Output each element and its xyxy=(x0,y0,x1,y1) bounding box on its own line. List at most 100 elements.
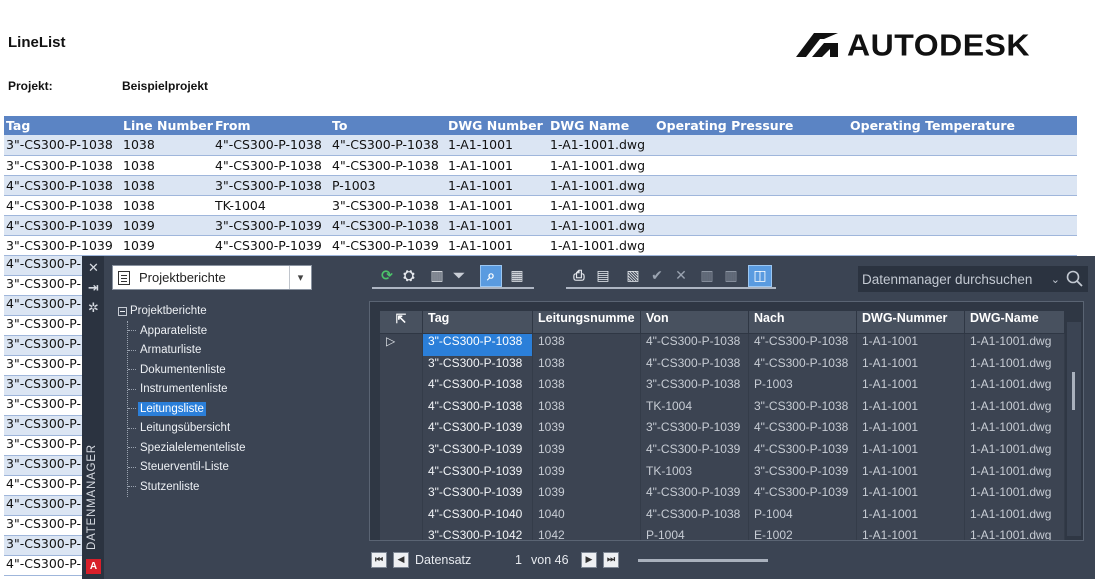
row-header[interactable] xyxy=(380,398,423,421)
row-header[interactable] xyxy=(380,420,423,442)
grid-cell[interactable]: 1-A1-1001.dwg xyxy=(965,485,1065,507)
grid-cell[interactable]: 4"-CS300-P-1039 xyxy=(641,485,749,507)
grid-cell[interactable]: TK-1004 xyxy=(641,398,749,421)
grid-cell[interactable]: 4"-CS300-P-1038 xyxy=(749,355,857,378)
grid-cell[interactable]: 1038 xyxy=(533,334,641,356)
table-row[interactable]: 3"-CS300-P-1039 1039 4"-CS300-P-1039 4"-… xyxy=(380,485,1065,507)
grid-col-header[interactable]: Leitungsnumme xyxy=(533,311,641,333)
accept-icon[interactable]: ✔ xyxy=(648,267,666,285)
grid-cell[interactable]: 1040 xyxy=(533,506,641,529)
grid-cell[interactable]: 3"-CS300-P-1039 xyxy=(749,463,857,486)
close-icon[interactable]: ✕ xyxy=(87,262,100,275)
grid-cell[interactable]: 1-A1-1001.dwg xyxy=(965,334,1065,356)
filter-icon[interactable]: ⏷ xyxy=(450,267,468,285)
table-row[interactable]: 4"-CS300-P-1039 1039 3"-CS300-P-1039 4"-… xyxy=(380,420,1065,442)
grid-cell[interactable]: 1039 xyxy=(533,420,641,442)
grid-cell[interactable]: 1042 xyxy=(533,528,641,540)
grid-cell[interactable]: P-1003 xyxy=(749,377,857,399)
auto-hide-icon[interactable]: ⇥ xyxy=(87,282,100,295)
grid-cell[interactable]: 1-A1-1001 xyxy=(857,420,965,442)
vertical-scrollbar[interactable] xyxy=(1067,322,1081,536)
row-header[interactable] xyxy=(380,528,423,540)
print-icon[interactable]: ⎙ xyxy=(570,267,588,285)
grid-cell[interactable]: 4"-CS300-P-1038 xyxy=(423,398,533,421)
zoom-to-icon[interactable]: ⛭ xyxy=(400,267,418,285)
grid-cell[interactable]: 3"-CS300-P-1042 xyxy=(423,528,533,540)
grid-cell[interactable]: 4"-CS300-P-1039 xyxy=(749,441,857,464)
grid-cell[interactable]: 1-A1-1001 xyxy=(857,506,965,529)
grid-cell[interactable]: 4"-CS300-P-1040 xyxy=(423,506,533,529)
grid-cell[interactable]: 3"-CS300-P-1039 xyxy=(641,420,749,442)
table-row[interactable]: 4"-CS300-P-1039 1039 TK-1003 3"-CS300-P-… xyxy=(380,463,1065,486)
search-icon[interactable] xyxy=(1066,270,1084,288)
grid-cell[interactable]: 1-A1-1001 xyxy=(857,398,965,421)
grid-cell[interactable]: 3"-CS300-P-1038 xyxy=(641,377,749,399)
grid-cell[interactable]: 1038 xyxy=(533,377,641,399)
grid-cell[interactable]: 4"-CS300-P-1038 xyxy=(423,377,533,399)
chevron-down-icon[interactable]: ⌄ xyxy=(1051,273,1060,286)
export-icon[interactable]: ▤ xyxy=(594,267,612,285)
grid-cell[interactable]: 1-A1-1001 xyxy=(857,377,965,399)
table-row[interactable]: 4"-CS300-P-1038 1038 TK-1004 3"-CS300-P-… xyxy=(380,398,1065,421)
grid-cell[interactable]: 4"-CS300-P-1038 xyxy=(749,334,857,356)
grid-cell[interactable]: 4"-CS300-P-1039 xyxy=(423,463,533,486)
grid-cell[interactable]: 1039 xyxy=(533,485,641,507)
grid-cell[interactable]: 4"-CS300-P-1038 xyxy=(749,420,857,442)
grid-cell[interactable]: 3"-CS300-P-1039 xyxy=(423,485,533,507)
grid-cell[interactable]: 1-A1-1001 xyxy=(857,355,965,378)
grid-cell[interactable]: 1038 xyxy=(533,398,641,421)
grid-cell[interactable]: 1-A1-1001.dwg xyxy=(965,398,1065,421)
grid-cell[interactable]: 1039 xyxy=(533,463,641,486)
chevron-down-icon[interactable]: ▾ xyxy=(289,266,311,289)
grid-cell[interactable]: 3"-CS300-P-1038 xyxy=(423,334,533,356)
tree-item-steuerventil-liste[interactable]: Steuerventil-Liste xyxy=(128,458,247,478)
grid-cell[interactable]: 3"-CS300-P-1038 xyxy=(749,398,857,421)
tree-item-spezialelementeliste[interactable]: Spezialelementeliste xyxy=(128,438,247,458)
previous-record-button[interactable]: ◀ xyxy=(393,552,409,568)
grid-cell[interactable]: 1-A1-1001 xyxy=(857,485,965,507)
grid-cell[interactable]: 4"-CS300-P-1039 xyxy=(423,420,533,442)
row-header[interactable] xyxy=(380,506,423,529)
scrollbar-thumb[interactable] xyxy=(1072,372,1075,410)
tree-item-leitungsliste[interactable]: Leitungsliste xyxy=(128,399,247,419)
grid-col-header[interactable]: DWG-Nummer xyxy=(857,311,965,333)
grid-cell[interactable]: P-1004 xyxy=(641,528,749,540)
grid-cell[interactable]: 1039 xyxy=(533,441,641,464)
grid-cell[interactable]: 4"-CS300-P-1038 xyxy=(641,334,749,356)
tree-item-leitungsuebersicht[interactable]: Leitungsübersicht xyxy=(128,419,247,439)
reject-all-icon[interactable]: ▥ xyxy=(722,267,740,285)
highlight-changes-icon[interactable]: ◫ xyxy=(748,265,772,287)
grid-cell[interactable]: 3"-CS300-P-1039 xyxy=(423,441,533,464)
row-header[interactable] xyxy=(380,441,423,464)
search-grid-icon[interactable]: ⌕ xyxy=(480,265,502,287)
tree-item-dokumentenliste[interactable]: Dokumentenliste xyxy=(128,360,247,380)
grid-cell[interactable]: 1-A1-1001.dwg xyxy=(965,506,1065,529)
refresh-icon[interactable]: ⟳ xyxy=(378,267,396,285)
grid-cell[interactable]: 1-A1-1001 xyxy=(857,528,965,540)
grid-cell[interactable]: 1-A1-1001.dwg xyxy=(965,377,1065,399)
grid-cell[interactable]: 1-A1-1001 xyxy=(857,463,965,486)
row-header[interactable] xyxy=(380,377,423,399)
properties-gear-icon[interactable]: ✲ xyxy=(87,302,100,315)
row-header[interactable] xyxy=(380,485,423,507)
current-row-icon[interactable]: ▷ xyxy=(380,334,423,356)
select-in-drawing-icon[interactable]: ▦ xyxy=(508,267,526,285)
grid-cell[interactable]: 3"-CS300-P-1038 xyxy=(423,355,533,378)
grid-cell[interactable]: E-1002 xyxy=(749,528,857,540)
grid-col-header[interactable]: Nach xyxy=(749,311,857,333)
table-row[interactable]: 3"-CS300-P-1038 1038 4"-CS300-P-1038 4"-… xyxy=(380,355,1065,378)
grid-cell[interactable]: TK-1003 xyxy=(641,463,749,486)
collapse-icon[interactable] xyxy=(118,306,127,316)
grid-cell[interactable]: 4"-CS300-P-1039 xyxy=(749,485,857,507)
tree-root[interactable]: Projektberichte xyxy=(118,301,247,321)
grid-cell[interactable]: 1-A1-1001.dwg xyxy=(965,463,1065,486)
record-current[interactable]: 1 xyxy=(515,553,522,567)
first-record-button[interactable]: ⏮ xyxy=(371,552,387,568)
accept-all-icon[interactable]: ▥ xyxy=(698,267,716,285)
tree-item-stutzenliste[interactable]: Stutzenliste xyxy=(128,477,247,497)
grid-cell[interactable]: 1-A1-1001.dwg xyxy=(965,355,1065,378)
import-icon[interactable]: ▧ xyxy=(624,267,642,285)
grid-cell[interactable]: 4"-CS300-P-1038 xyxy=(641,355,749,378)
tree-item-instrumentenliste[interactable]: Instrumentenliste xyxy=(128,380,247,400)
table-row[interactable]: 3"-CS300-P-1039 1039 4"-CS300-P-1039 4"-… xyxy=(380,441,1065,464)
